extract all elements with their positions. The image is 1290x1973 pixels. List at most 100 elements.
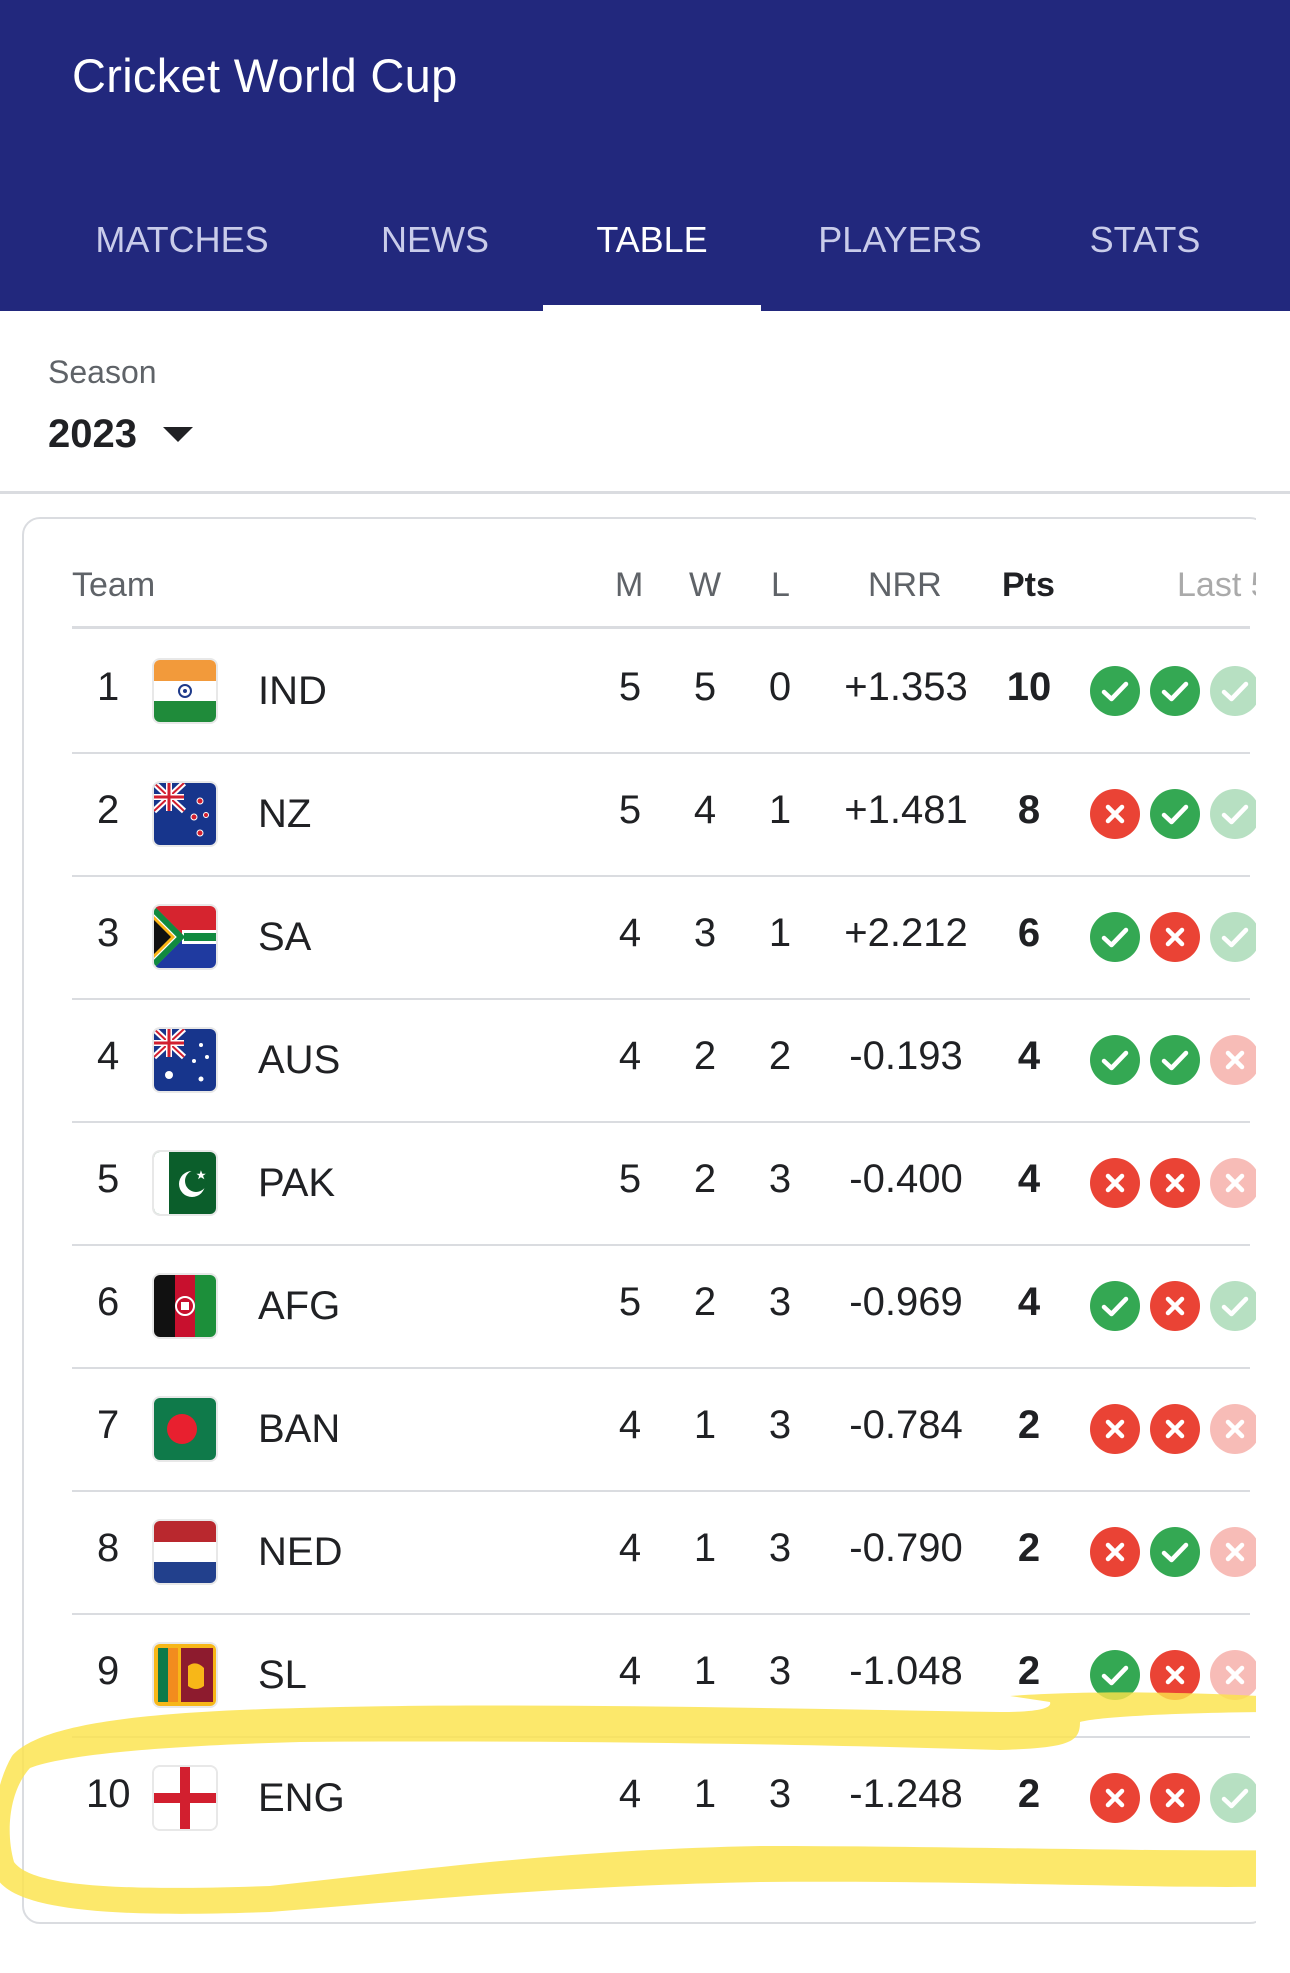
team-rank: 1 [97, 665, 120, 709]
australia-flag [154, 1029, 216, 1091]
col-header-nrr: NRR [868, 566, 942, 604]
net-run-rate: -0.969 [849, 1280, 963, 1324]
net-run-rate: +1.353 [844, 665, 968, 709]
matches-won: 2 [693, 1280, 717, 1324]
row-divider [72, 998, 1250, 1000]
matches-lost: 3 [768, 1772, 792, 1816]
team-name[interactable]: BAN [258, 1407, 340, 1452]
team-name[interactable]: NED [258, 1530, 342, 1575]
active-tab-indicator [543, 305, 761, 311]
points: 4 [1017, 1157, 1041, 1201]
loss-x-icon [1090, 1527, 1140, 1577]
tab-players[interactable]: PLAYERS [790, 210, 1010, 311]
row-divider [72, 1367, 1250, 1369]
col-header-l: L [771, 566, 790, 604]
win-check-icon [1090, 1650, 1140, 1700]
team-rank: 2 [97, 788, 120, 832]
team-name[interactable]: SA [258, 915, 311, 960]
new-zealand-flag [154, 783, 216, 845]
net-run-rate: -0.790 [849, 1526, 963, 1570]
team-name[interactable]: IND [258, 669, 327, 714]
team-rank: 9 [97, 1649, 120, 1693]
loss-x-icon [1210, 1404, 1260, 1454]
loss-x-icon [1210, 1035, 1260, 1085]
team-name[interactable]: AUS [258, 1038, 340, 1083]
matches-played: 5 [618, 1157, 642, 1201]
row-divider [72, 1121, 1250, 1123]
net-run-rate: +2.212 [844, 911, 968, 955]
matches-lost: 1 [768, 911, 792, 955]
england-flag [154, 1767, 216, 1829]
points: 2 [1017, 1772, 1041, 1816]
matches-won: 1 [693, 1772, 717, 1816]
app-title: Cricket World Cup [72, 49, 458, 102]
row-divider [72, 1490, 1250, 1492]
tab-label: MATCHES [95, 219, 269, 260]
matches-played: 5 [618, 665, 642, 709]
loss-x-icon [1210, 1527, 1260, 1577]
col-header-m: M [615, 566, 644, 604]
caret-down-icon [162, 426, 193, 442]
loss-x-icon [1150, 1773, 1200, 1823]
tab-table[interactable]: TABLE [543, 210, 761, 311]
win-check-icon [1210, 1281, 1260, 1331]
col-header-team: Team [72, 566, 156, 604]
points: 4 [1017, 1280, 1041, 1324]
row-divider [72, 1736, 1250, 1738]
sri-lanka-flag [154, 1644, 216, 1706]
tab-label: STATS [1089, 219, 1201, 260]
tab-stats[interactable]: STATS [1060, 210, 1230, 311]
team-rank: 8 [97, 1526, 120, 1570]
scroll-clip [1256, 517, 1290, 1973]
tab-label: TABLE [596, 219, 708, 260]
matches-lost: 3 [768, 1157, 792, 1201]
team-rank: 6 [97, 1280, 120, 1324]
team-rank: 7 [97, 1403, 120, 1447]
matches-lost: 3 [768, 1403, 792, 1447]
row-divider [72, 752, 1250, 754]
tab-news[interactable]: NEWS [340, 210, 530, 311]
matches-played: 4 [618, 1772, 642, 1816]
net-run-rate: -1.048 [849, 1649, 963, 1693]
win-check-icon [1210, 666, 1260, 716]
season-dropdown[interactable]: 2023 [48, 404, 193, 464]
tab-matches[interactable]: MATCHES [72, 210, 292, 311]
afghanistan-flag [154, 1275, 216, 1337]
team-name[interactable]: ENG [258, 1776, 345, 1821]
col-header-w: W [689, 566, 722, 604]
standings-card [22, 517, 1268, 1924]
matches-won: 2 [693, 1034, 717, 1078]
team-name[interactable]: PAK [258, 1161, 335, 1206]
net-run-rate: -0.784 [849, 1403, 963, 1447]
net-run-rate: -1.248 [849, 1772, 963, 1816]
matches-played: 4 [618, 1034, 642, 1078]
matches-lost: 3 [768, 1280, 792, 1324]
win-check-icon [1090, 1281, 1140, 1331]
points: 10 [1006, 665, 1052, 709]
divider [0, 491, 1290, 494]
loss-x-icon [1090, 1773, 1140, 1823]
win-check-icon [1090, 666, 1140, 716]
matches-played: 4 [618, 911, 642, 955]
netherlands-flag [154, 1521, 216, 1583]
loss-x-icon [1090, 1158, 1140, 1208]
loss-x-icon [1150, 912, 1200, 962]
points: 4 [1017, 1034, 1041, 1078]
team-name[interactable]: SL [258, 1653, 307, 1698]
loss-x-icon [1150, 1281, 1200, 1331]
loss-x-icon [1150, 1650, 1200, 1700]
points: 2 [1017, 1403, 1041, 1447]
loss-x-icon [1090, 789, 1140, 839]
matches-lost: 3 [768, 1526, 792, 1570]
matches-won: 1 [693, 1526, 717, 1570]
matches-won: 2 [693, 1157, 717, 1201]
team-name[interactable]: AFG [258, 1284, 340, 1329]
loss-x-icon [1150, 1158, 1200, 1208]
app-header: Cricket World Cup MATCHES NEWS TABLE PLA… [0, 0, 1290, 311]
matches-lost: 3 [768, 1649, 792, 1693]
matches-played: 5 [618, 788, 642, 832]
team-rank: 4 [97, 1034, 120, 1078]
tab-label: NEWS [381, 219, 489, 260]
team-name[interactable]: NZ [258, 792, 311, 837]
points: 6 [1017, 911, 1041, 955]
